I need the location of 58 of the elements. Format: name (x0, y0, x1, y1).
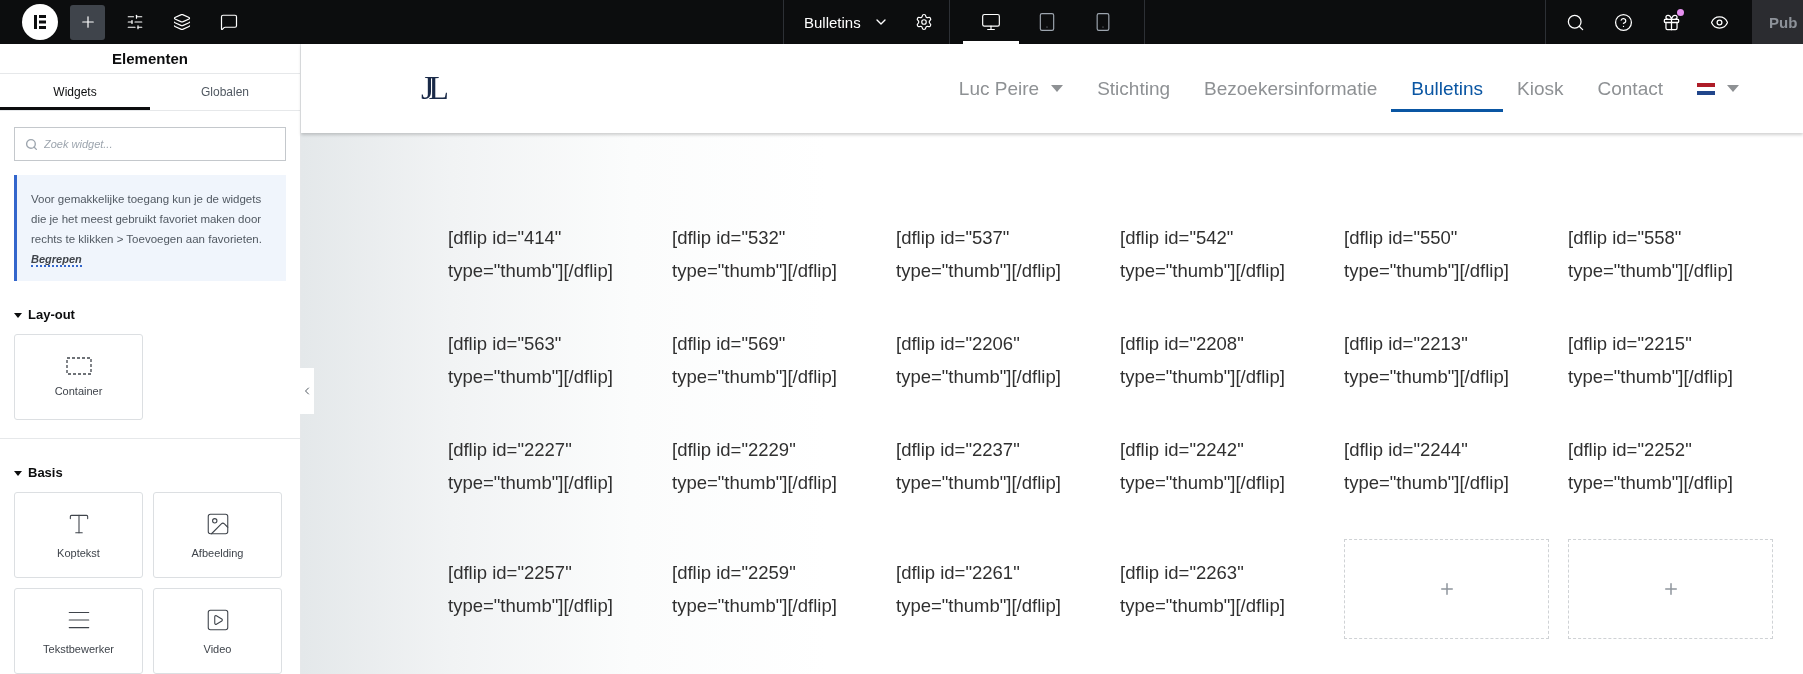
chat-icon (219, 13, 238, 31)
shortcode-text: [dflip id="550" type="thumb"][/dflip] (1344, 226, 1510, 283)
widget-card[interactable]: Video (153, 588, 282, 674)
shortcode-text: [dflip id="2261" type="thumb"][/dflip] (896, 561, 1062, 618)
shortcode-text: [dflip id="2242" type="thumb"][/dflip] (1120, 438, 1286, 495)
layers-icon (172, 13, 191, 31)
gear-icon (914, 13, 933, 31)
shortcode-text: [dflip id="2252" type="thumb"][/dflip] (1568, 438, 1734, 495)
shortcode-text: [dflip id="2237" type="thumb"][/dflip] (896, 438, 1062, 495)
shortcode-text: [dflip id="2208" type="thumb"][/dflip] (1120, 332, 1286, 389)
shortcode-text: [dflip id="414" type="thumb"][/dflip] (448, 226, 614, 283)
shortcode-text: [dflip id="532" type="thumb"][/dflip] (672, 226, 838, 283)
shortcode-text: [dflip id="2244" type="thumb"][/dflip] (1344, 438, 1510, 495)
panel-tab[interactable]: Globalen (150, 74, 300, 111)
language-switcher[interactable] (1697, 82, 1739, 95)
gift-icon (1661, 12, 1681, 32)
widget-card[interactable]: Koptekst (14, 492, 143, 578)
caret-icon (1727, 85, 1739, 92)
caret-icon (1051, 85, 1064, 92)
publish-button[interactable]: Pub (1752, 0, 1803, 44)
category-header[interactable]: Basis (0, 465, 300, 480)
caret-icon (14, 310, 22, 319)
widget-card[interactable]: Container (14, 334, 143, 421)
sliders-icon (125, 13, 144, 31)
search-icon (25, 138, 38, 152)
widget-card[interactable]: Afbeelding (153, 492, 282, 578)
shortcode-text: [dflip id="569" type="thumb"][/dflip] (672, 332, 838, 389)
caret-icon (14, 468, 22, 477)
panel-tab[interactable]: Widgets (0, 74, 150, 111)
page-menu[interactable]: Bulletins (784, 13, 909, 31)
elementor-logo[interactable] (22, 4, 58, 40)
shortcode-text: [dflip id="537" type="thumb"][/dflip] (896, 226, 1062, 283)
shortcode-text: [dflip id="2229" type="thumb"][/dflip] (672, 438, 838, 495)
shortcode-text: [dflip id="563" type="thumb"][/dflip] (448, 332, 614, 389)
desktop-icon (980, 12, 1001, 32)
site-logo[interactable]: JL (421, 69, 443, 108)
help-icon (1613, 12, 1633, 32)
shortcode-text: [dflip id="2206" type="thumb"][/dflip] (896, 332, 1062, 389)
tip-text: Voor gemakkelijke toegang kun je de widgets die je het meest gebruikt favoriet maken door rechts te klikken > Toevoegen aan favorieten. (31, 192, 263, 248)
category-header[interactable]: Lay-out (0, 307, 300, 323)
shortcode-text: [dflip id="558" type="thumb"][/dflip] (1568, 226, 1734, 283)
add-button[interactable] (70, 4, 105, 40)
shortcode-text: [dflip id="2263" type="thumb"][/dflip] (1120, 561, 1286, 618)
search-field[interactable]: Zoek widget... (14, 127, 286, 162)
widget-card[interactable]: Tekstbewerker (14, 588, 143, 674)
container-icon (65, 357, 92, 376)
search-icon (1565, 12, 1585, 32)
shortcode-text: [dflip id="2257" type="thumb"][/dflip] (448, 561, 614, 618)
shortcode-text: [dflip id="2259" type="thumb"][/dflip] (672, 561, 838, 618)
notification-dot (1677, 9, 1684, 16)
shortcode-text: [dflip id="2213" type="thumb"][/dflip] (1344, 332, 1510, 389)
dismiss-link[interactable]: Begrepen (31, 253, 82, 268)
shortcode-text: [dflip id="2215" type="thumb"][/dflip] (1568, 332, 1734, 389)
shortcode-text: [dflip id="2227" type="thumb"][/dflip] (448, 438, 614, 495)
collapse-handle[interactable] (300, 368, 314, 414)
flag-icon (1697, 82, 1715, 95)
shortcode-text: [dflip id="542" type="thumb"][/dflip] (1120, 226, 1286, 283)
panel-title: Elementen (0, 44, 300, 75)
